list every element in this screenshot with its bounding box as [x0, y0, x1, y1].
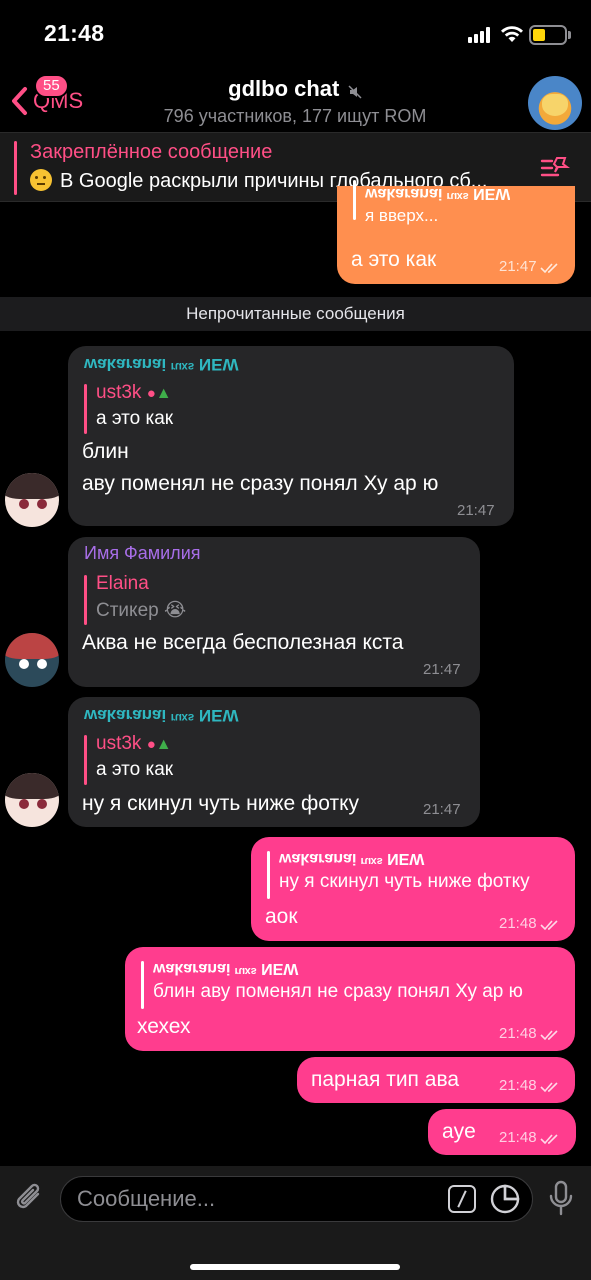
message-bubble-incoming[interactable]: wakaranai ʳᵘˣˢ NEW ust3k ●▲ а это как ну… — [68, 697, 480, 827]
group-avatar[interactable] — [528, 76, 582, 130]
microphone-icon[interactable] — [548, 1180, 574, 1218]
chat-title: gdlbo chat — [228, 76, 340, 101]
reply-preview: wakaranai ʳᵘˣˢ NEW я вверх... — [353, 180, 510, 226]
double-check-icon — [539, 1134, 558, 1145]
apple-icon: ● — [146, 736, 156, 753]
message-input[interactable] — [77, 1177, 437, 1221]
reply-text: Стикер 😭 — [96, 600, 187, 621]
reply-name: ust3k — [96, 733, 142, 754]
message-time: 21:47 — [457, 502, 495, 519]
reply-name: wakaranai ʳᵘˣˢ NEW — [365, 186, 511, 202]
chevron-left-icon — [12, 87, 27, 115]
command-icon[interactable] — [448, 1185, 476, 1213]
message-text: aye — [442, 1120, 476, 1143]
reply-name: ust3k — [96, 382, 142, 403]
pin-list-icon[interactable] — [540, 155, 570, 183]
message-bubble-outgoing[interactable]: wakaranai ʳᵘˣˢ NEW ну я скинул чуть ниже… — [251, 837, 575, 941]
unread-badge: 55 — [34, 74, 69, 98]
apple-icon: ● — [146, 385, 156, 402]
reply-text: а это как — [96, 759, 174, 780]
message-bubble-incoming[interactable]: wakaranai ʳᵘˣˢ NEW ust3k ●▲ а это как бл… — [68, 346, 514, 526]
double-check-icon — [539, 920, 558, 931]
message-text: хехех — [137, 1015, 191, 1038]
sticker-icon[interactable] — [490, 1184, 520, 1214]
back-button[interactable]: QMS 55 — [10, 74, 83, 116]
message-bubble-outgoing[interactable]: wakaranai ʳᵘˣˢ NEW блин аву поменял не с… — [125, 947, 575, 1051]
message-input-container — [60, 1176, 533, 1222]
message-bubble-outgoing[interactable]: aye 21:48 — [428, 1109, 576, 1155]
thinking-face-icon — [30, 169, 52, 191]
message-bubble-outgoing[interactable]: wakaranai ʳᵘˣˢ NEW я вверх... а это как … — [337, 180, 575, 284]
christmas-tree-icon: ▲ — [155, 736, 172, 753]
cellular-signal-icon — [468, 27, 490, 43]
chat-title-block[interactable]: gdlbo chat 796 участников, 177 ищут ROM — [120, 76, 470, 127]
sender-avatar[interactable] — [5, 633, 59, 687]
reply-preview[interactable]: Elaina Стикер 😭 — [84, 573, 187, 625]
reply-name: Elaina — [96, 573, 149, 594]
battery-icon — [529, 25, 567, 45]
message-text: парная тип ава — [311, 1068, 460, 1091]
reply-preview[interactable]: wakaranai ʳᵘˣˢ NEW блин аву поменял не с… — [141, 959, 523, 1009]
paperclip-icon[interactable] — [14, 1182, 46, 1216]
status-time: 21:48 — [44, 20, 105, 46]
home-indicator[interactable] — [190, 1264, 400, 1270]
reply-name: wakaranai ʳᵘˣˢ NEW — [279, 850, 425, 867]
reply-preview[interactable]: ust3k ●▲ а это как — [84, 733, 174, 785]
reply-text: а это как — [96, 408, 174, 429]
christmas-tree-icon: ▲ — [155, 385, 172, 402]
message-bubble-incoming[interactable]: Имя Фамилия Elaina Стикер 😭 Аква не всег… — [68, 537, 480, 687]
reply-text: ну я скинул чуть ниже фотку — [279, 871, 530, 892]
message-time: 21:47 — [499, 258, 560, 275]
message-time: 21:48 — [499, 915, 560, 932]
double-check-icon — [539, 1082, 558, 1093]
message-text: аок — [265, 905, 298, 928]
message-text-line-2: аву поменял не сразу понял Ху ар ю — [82, 472, 439, 495]
mute-icon — [348, 85, 362, 99]
chat-header: QMS 55 gdlbo chat 796 участников, 177 ищ… — [0, 68, 591, 132]
message-time: 21:47 — [423, 801, 461, 818]
sender-name[interactable]: wakaranai ʳᵘˣˢ NEW — [84, 705, 239, 725]
reply-name: wakaranai ʳᵘˣˢ NEW — [153, 960, 299, 977]
sender-name[interactable]: wakaranai ʳᵘˣˢ NEW — [84, 354, 239, 374]
message-time: 21:48 — [499, 1025, 560, 1042]
sender-name[interactable]: Имя Фамилия — [84, 543, 201, 564]
message-time: 21:47 — [423, 661, 461, 678]
message-time: 21:48 — [499, 1077, 560, 1094]
chat-subtitle: 796 участников, 177 ищут ROM — [163, 106, 427, 126]
reply-text: я вверх... — [365, 206, 439, 225]
message-text: а это как — [351, 248, 437, 271]
message-text: ну я скинул чуть ниже фотку — [82, 792, 360, 815]
reply-preview[interactable]: wakaranai ʳᵘˣˢ NEW ну я скинул чуть ниже… — [267, 849, 530, 899]
message-time: 21:48 — [499, 1129, 560, 1146]
reply-preview[interactable]: ust3k ●▲ а это как — [84, 382, 174, 434]
pinned-title: Закреплённое сообщение — [30, 141, 273, 163]
message-bubble-outgoing[interactable]: парная тип ава 21:48 — [297, 1057, 575, 1103]
reply-text: блин аву поменял не сразу понял Ху ар ю — [153, 981, 523, 1002]
message-text: Аква не всегда бесполезная кста — [82, 631, 404, 654]
unread-divider: Непрочитанные сообщения — [0, 297, 591, 331]
double-check-icon — [539, 1030, 558, 1041]
status-bar: 21:48 — [0, 0, 591, 68]
sender-avatar[interactable] — [5, 773, 59, 827]
message-composer — [0, 1166, 591, 1280]
message-text: блин — [82, 440, 129, 463]
sender-avatar[interactable] — [5, 473, 59, 527]
wifi-icon — [501, 26, 523, 42]
double-check-icon — [539, 263, 558, 274]
